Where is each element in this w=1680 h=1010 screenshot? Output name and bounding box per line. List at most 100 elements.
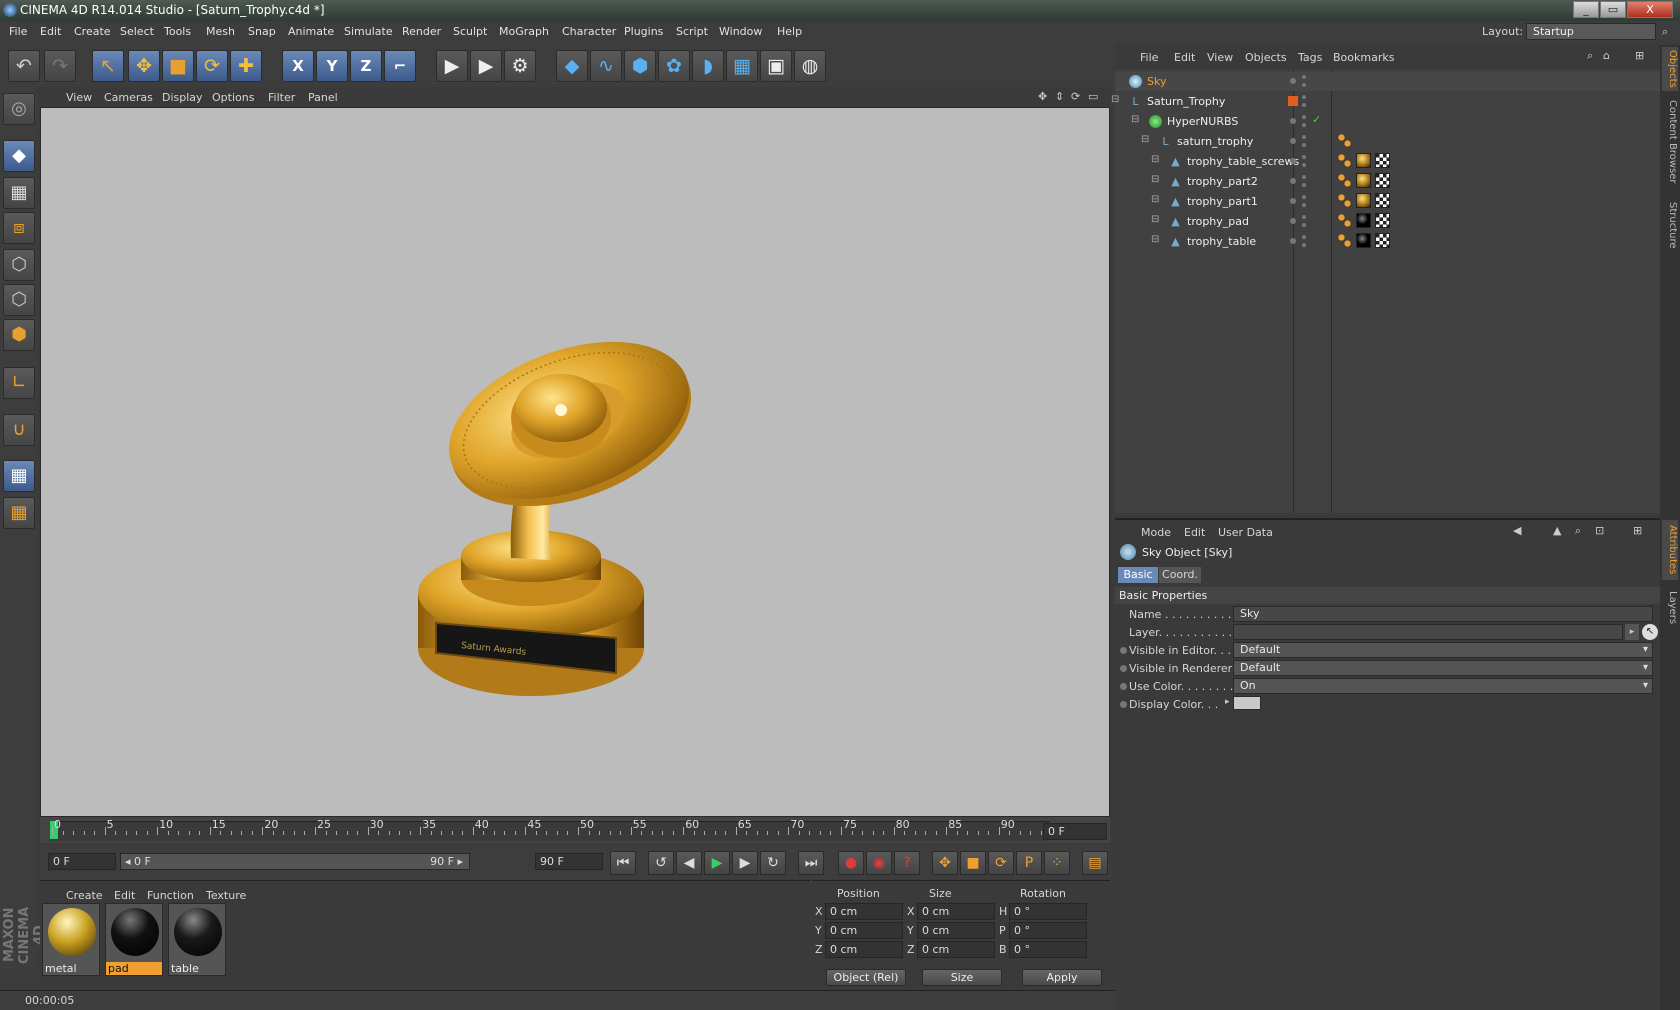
attribute-dropdown[interactable]: Default xyxy=(1233,642,1653,658)
coord-apply-button[interactable]: Apply xyxy=(1022,969,1102,986)
workplane-sync-icon[interactable]: ▦ xyxy=(3,497,35,529)
object-row[interactable]: ⊟ ▲ trophy_table_screws xyxy=(1115,152,1660,171)
key-rotation-icon[interactable]: ⟳ xyxy=(988,851,1014,875)
position-field[interactable]: 0 cm xyxy=(825,922,903,939)
editor-visibility-dot[interactable] xyxy=(1290,198,1296,204)
attributes-menu-user-data[interactable]: User Data xyxy=(1218,526,1273,539)
recent-tool-icon[interactable]: ✚ xyxy=(230,50,262,82)
object-tree[interactable]: Sky ⊟ L Saturn_Trophy ⊟ HyperNURBS ✓ ⊟ Lsaturn_t… xyxy=(1111,70,1660,513)
make-editable-icon[interactable]: ◎ xyxy=(3,93,35,125)
tree-expand-icon[interactable]: ⊟ xyxy=(1151,214,1159,225)
tree-expand-icon[interactable]: ⊟ xyxy=(1151,154,1159,165)
object-name[interactable]: trophy_part1 xyxy=(1187,195,1258,208)
menu-plugins[interactable]: Plugins xyxy=(624,25,663,38)
lock-icon[interactable]: ⊡ xyxy=(1595,524,1604,537)
model-mode-icon[interactable]: ◆ xyxy=(3,140,35,172)
editor-visibility-dot[interactable] xyxy=(1290,138,1296,144)
camera-icon[interactable]: ▣ xyxy=(760,50,792,82)
menu-script[interactable]: Script xyxy=(676,25,708,38)
viewport-menu-options[interactable]: Options xyxy=(212,91,254,104)
material-menu-texture[interactable]: Texture xyxy=(206,889,246,902)
close-button[interactable]: X xyxy=(1627,1,1673,18)
autokey-icon[interactable]: ◉ xyxy=(866,851,892,875)
render-visibility-dot[interactable] xyxy=(1302,223,1306,227)
object-name[interactable]: trophy_table xyxy=(1187,235,1256,248)
menu-simulate[interactable]: Simulate xyxy=(344,25,393,38)
move-icon[interactable]: ✥ xyxy=(128,50,160,82)
gold-tag-icon[interactable] xyxy=(1356,153,1371,168)
spline-icon[interactable]: ∿ xyxy=(590,50,622,82)
black-tag-icon[interactable] xyxy=(1356,233,1371,248)
menu-character[interactable]: Character xyxy=(562,25,616,38)
polygons-mode-icon[interactable]: ⬢ xyxy=(3,319,35,351)
object-row[interactable]: ⊟ Lsaturn_trophy xyxy=(1115,132,1660,151)
menu-mesh[interactable]: Mesh xyxy=(206,25,235,38)
layer-arrow-icon[interactable]: ▸ xyxy=(1625,624,1639,640)
keyframe-selection-icon[interactable]: ? xyxy=(894,851,920,875)
light-icon[interactable]: ◍ xyxy=(794,50,826,82)
object-row[interactable]: Sky xyxy=(1115,72,1660,91)
tree-expand-icon[interactable]: ⊟ xyxy=(1151,194,1159,205)
material-swatch-table[interactable]: table xyxy=(168,903,226,976)
object-row[interactable]: ⊟ HyperNURBS ✓ xyxy=(1115,112,1660,131)
floor-icon[interactable]: ▦ xyxy=(726,50,758,82)
minimize-button[interactable]: _ xyxy=(1573,1,1599,18)
render-visibility-dot[interactable] xyxy=(1302,163,1306,167)
position-field[interactable]: 0 cm xyxy=(825,941,903,958)
size-field[interactable]: 0 cm xyxy=(917,903,995,920)
tree-expand-icon[interactable]: ⊟ xyxy=(1141,134,1149,145)
step-forward-icon[interactable]: ▶ xyxy=(732,851,758,875)
material-menu-function[interactable]: Function xyxy=(147,889,194,902)
coordinate-system-icon[interactable]: ⌐ xyxy=(384,50,416,82)
object-row[interactable]: ⊟ ▲ trophy_part1 xyxy=(1115,192,1660,211)
phong-tag-icon[interactable] xyxy=(1337,233,1352,248)
objects-menu-bookmarks[interactable]: Bookmarks xyxy=(1333,51,1394,64)
viewport-menu-panel[interactable]: Panel xyxy=(308,91,338,104)
step-back-icon[interactable]: ◀ xyxy=(676,851,702,875)
editor-visibility-dot[interactable] xyxy=(1302,195,1306,199)
render-visibility-dot[interactable] xyxy=(1302,103,1306,107)
attributes-menu-mode[interactable]: Mode xyxy=(1141,526,1171,539)
checker-tag-icon[interactable] xyxy=(1375,173,1390,188)
rotation-field[interactable]: 0 ° xyxy=(1009,903,1087,920)
editor-visibility-dot[interactable] xyxy=(1302,75,1306,79)
back-arrow-icon[interactable]: ◀ xyxy=(1513,524,1521,537)
tab-coord[interactable]: Coord. xyxy=(1159,567,1201,583)
checker-tag-icon[interactable] xyxy=(1375,233,1390,248)
workplane-lock-icon[interactable]: ▦ xyxy=(3,460,35,492)
timeline-window-icon[interactable]: ▤ xyxy=(1082,851,1108,875)
menu-window[interactable]: Window xyxy=(719,25,762,38)
tab-attributes[interactable]: Attributes xyxy=(1662,520,1678,580)
y-axis-icon[interactable]: Y xyxy=(316,50,348,82)
objects-search-icon[interactable]: ⌕ xyxy=(1587,49,1593,63)
play-icon[interactable]: ▶ xyxy=(704,851,730,875)
viewport-menu-filter[interactable]: Filter xyxy=(268,91,295,104)
checker-tag-icon[interactable] xyxy=(1375,193,1390,208)
gold-tag-icon[interactable] xyxy=(1356,173,1371,188)
key-pla-icon[interactable]: ⁘ xyxy=(1044,851,1070,875)
scale-icon[interactable]: ■ xyxy=(162,50,194,82)
phong-tag-icon[interactable] xyxy=(1337,213,1352,228)
checker-tag-icon[interactable] xyxy=(1375,213,1390,228)
menu-edit[interactable]: Edit xyxy=(40,25,61,38)
render-visibility-dot[interactable] xyxy=(1302,123,1306,127)
attribute-dropdown[interactable]: Default xyxy=(1233,660,1653,676)
render-settings-icon[interactable]: ⚙ xyxy=(504,50,536,82)
attributes-menu-edit[interactable]: Edit xyxy=(1184,526,1205,539)
objects-new-view-icon[interactable]: ⊞ xyxy=(1635,49,1644,62)
search-icon[interactable]: ⌕ xyxy=(1662,25,1668,39)
tree-expand-icon[interactable]: ⊟ xyxy=(1151,174,1159,185)
material-menu-create[interactable]: Create xyxy=(66,889,103,902)
objects-menu-view[interactable]: View xyxy=(1207,51,1233,64)
coord-mode-dropdown[interactable]: Object (Rel) xyxy=(826,969,906,986)
gold-tag-icon[interactable] xyxy=(1356,193,1371,208)
layer-picker-icon[interactable]: ↖ xyxy=(1642,624,1658,640)
size-field[interactable]: 0 cm xyxy=(917,922,995,939)
enabled-check-icon[interactable]: ✓ xyxy=(1312,113,1321,126)
loop-icon[interactable]: ↻ xyxy=(760,851,786,875)
viewport-menu-display[interactable]: Display xyxy=(162,91,203,104)
animate-radio-icon[interactable] xyxy=(1120,701,1127,708)
expand-arrow-icon[interactable]: ▸ xyxy=(1225,697,1230,707)
object-name[interactable]: saturn_trophy xyxy=(1177,135,1253,148)
editor-visibility-dot[interactable] xyxy=(1302,135,1306,139)
